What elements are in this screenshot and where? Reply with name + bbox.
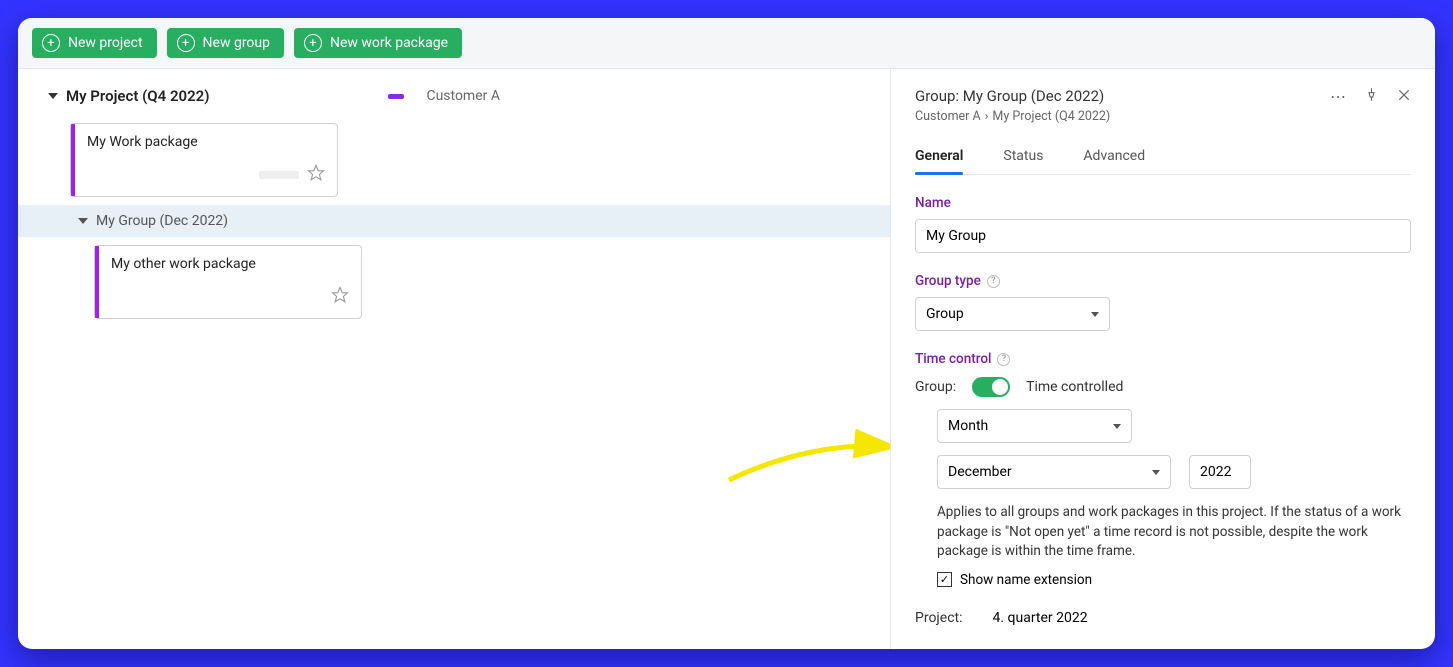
work-package-title: My other work package [111, 256, 349, 272]
annotation-arrow [724, 435, 890, 499]
customer-label: Customer A [426, 88, 500, 104]
plus-icon: + [42, 34, 60, 52]
main-area: My Project (Q4 2022) Customer A My Work … [18, 69, 1435, 649]
show-name-extension-checkbox[interactable]: ✓ [937, 572, 952, 587]
group-type-select[interactable]: Group [915, 297, 1110, 331]
plus-icon: + [177, 34, 195, 52]
progress-placeholder [259, 171, 299, 179]
star-icon[interactable] [331, 286, 349, 308]
time-control-label: Time control ? [915, 351, 1411, 367]
chevron-down-icon [1152, 470, 1160, 475]
time-controlled-toggle[interactable] [972, 377, 1010, 397]
add-description-link[interactable]: + Description [980, 648, 1062, 649]
group-row[interactable]: My Group (Dec 2022) [18, 205, 890, 237]
plus-icon: + [304, 34, 322, 52]
app-window: + New project + New group + New work pac… [18, 18, 1435, 649]
chevron-down-icon [1113, 424, 1121, 429]
helper-text: Applies to all groups and work packages … [915, 503, 1411, 562]
caret-down-icon [48, 93, 58, 99]
tab-advanced[interactable]: Advanced [1083, 142, 1145, 174]
new-work-package-label: New work package [330, 35, 448, 51]
tab-status[interactable]: Status [1003, 142, 1043, 174]
project-tree: My Project (Q4 2022) Customer A My Work … [18, 69, 890, 649]
new-project-button[interactable]: + New project [32, 28, 157, 58]
close-icon[interactable] [1397, 87, 1411, 106]
star-icon[interactable] [307, 164, 325, 186]
add-labels-link[interactable]: + Labels [1082, 648, 1135, 649]
time-controlled-label: Time controlled [1026, 379, 1123, 395]
details-panel: Group: My Group (Dec 2022) Customer A›My… [890, 69, 1435, 649]
more-icon[interactable]: ⋯ [1330, 87, 1346, 106]
new-group-label: New group [203, 35, 270, 51]
panel-title: Group: My Group (Dec 2022) [915, 87, 1110, 105]
pin-icon[interactable] [1364, 87, 1379, 106]
name-input[interactable] [915, 219, 1411, 253]
period-type-select[interactable]: Month [937, 409, 1132, 443]
project-label: Project: [915, 610, 963, 626]
breadcrumb[interactable]: Customer A›My Project (Q4 2022) [915, 109, 1110, 124]
project-title: My Project (Q4 2022) [66, 87, 210, 105]
project-value: 4. quarter 2022 [993, 610, 1088, 626]
customer-indicator: Customer A [388, 88, 860, 104]
caret-down-icon [78, 218, 88, 224]
work-package-title: My Work package [87, 134, 325, 150]
toggle-prefix-label: Group: [915, 379, 956, 395]
new-work-package-button[interactable]: + New work package [294, 28, 462, 58]
tabs: General Status Advanced [915, 142, 1411, 175]
year-input[interactable] [1189, 455, 1251, 489]
toolbar: + New project + New group + New work pac… [18, 18, 1435, 69]
help-icon[interactable]: ? [987, 275, 1000, 288]
project-header[interactable]: My Project (Q4 2022) Customer A [18, 87, 890, 115]
month-select[interactable]: December [937, 455, 1171, 489]
tab-general[interactable]: General [915, 142, 963, 174]
new-group-button[interactable]: + New group [167, 28, 284, 58]
customer-color-bar [388, 94, 404, 99]
work-package-card[interactable]: My other work package [94, 245, 362, 319]
chevron-down-icon [1091, 312, 1099, 317]
group-title: My Group (Dec 2022) [96, 213, 228, 229]
add-color-link[interactable]: + Color [915, 648, 960, 649]
work-package-card[interactable]: My Work package [70, 123, 338, 197]
name-label: Name [915, 195, 1411, 211]
group-type-label: Group type ? [915, 273, 1411, 289]
help-icon[interactable]: ? [997, 353, 1010, 366]
show-name-extension-label: Show name extension [960, 572, 1092, 588]
new-project-label: New project [68, 35, 143, 51]
